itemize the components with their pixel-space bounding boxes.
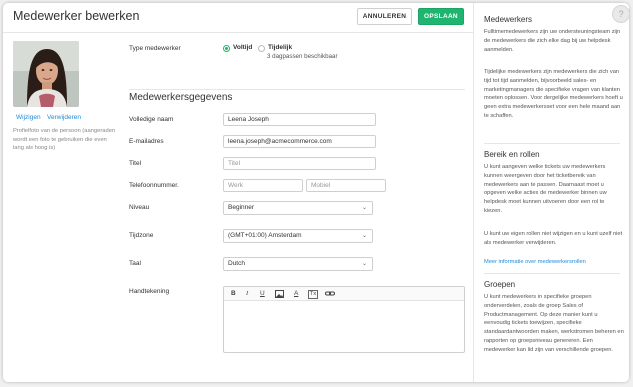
phone-label: Telefoonnummer.	[129, 182, 179, 189]
sidebar-text-roles: U kunt uw eigen rollen niet wijzigen en …	[484, 231, 623, 246]
chevron-down-icon: ⌄	[361, 261, 367, 267]
full-name-field[interactable]: Leena Joseph	[223, 113, 376, 126]
text-color-button[interactable]: A	[294, 289, 298, 299]
link-icon[interactable]	[325, 289, 335, 302]
radio-fulltime[interactable]	[223, 45, 230, 52]
radio-occasional[interactable]	[258, 45, 265, 52]
timezone-value: (GMT+01:00) Amsterdam	[228, 232, 302, 239]
edit-agent-panel: Medewerker bewerken ANNULEREN OPSLAAN Wi…	[3, 3, 629, 382]
level-value: Beginner	[228, 204, 255, 211]
photo-help-text: Profielfoto van de persoon (aangeraden w…	[13, 128, 116, 152]
section-divider	[129, 89, 465, 90]
mobile-phone-field[interactable]: Mobiel	[306, 179, 386, 192]
roles-help-link[interactable]: Meer informatie over medewerkersrollen	[484, 258, 624, 267]
level-select[interactable]: Beginner ⌄	[223, 201, 373, 215]
level-label: Niveau	[129, 204, 150, 211]
clear-format-button[interactable]: Tx	[308, 290, 319, 299]
editor-toolbar: B I U A Tx	[224, 287, 464, 301]
language-value: Dutch	[228, 260, 245, 267]
save-button[interactable]: OPSLAAN	[418, 8, 464, 25]
sidebar-text-fulltime: Fulltimemedewerkers zijn uw ondersteunin…	[484, 29, 621, 53]
signature-editor[interactable]: B I U A Tx	[223, 286, 465, 353]
language-label: Taal	[129, 260, 141, 267]
agent-type-label: Type medewerker	[129, 45, 181, 52]
underline-button[interactable]: U	[260, 289, 265, 299]
sidebar-divider-2	[484, 273, 620, 274]
chevron-down-icon: ⌄	[361, 205, 367, 211]
page-title: Medewerker bewerken	[13, 9, 140, 23]
radio-fulltime-label[interactable]: Voltijd	[233, 44, 252, 51]
timezone-select[interactable]: (GMT+01:00) Amsterdam ⌄	[223, 229, 373, 243]
timezone-label: Tijdzone	[129, 232, 154, 239]
sidebar-text-occasional: Tijdelijke medewerkers zijn medewerkers …	[484, 69, 623, 120]
signature-label: Handtekening	[129, 288, 170, 295]
section-title: Medewerkersgegevens	[129, 92, 233, 103]
email-field[interactable]: leena.joseph@acmecommerce.com	[223, 135, 376, 148]
sidebar-text-scope: U kunt aangeven welke tickets uw medewer…	[484, 164, 607, 215]
email-label: E-mailadres	[129, 138, 164, 145]
remove-photo-link[interactable]: Verwijderen	[47, 114, 81, 121]
header-divider	[3, 32, 473, 33]
title-label: Titel	[129, 160, 142, 167]
language-select[interactable]: Dutch ⌄	[223, 257, 373, 271]
work-phone-field[interactable]: Werk	[223, 179, 303, 192]
radio-occasional-label[interactable]: Tijdelijk	[268, 44, 292, 51]
help-sidebar: Medewerkers Fulltimemedewerkers zijn uw …	[474, 3, 629, 382]
help-icon[interactable]: ?	[612, 5, 630, 23]
cancel-button[interactable]: ANNULEREN	[357, 8, 412, 25]
day-pass-note: 3 dagpassen beschikbaar	[267, 53, 338, 60]
sidebar-heading-scope: Bereik en rollen	[484, 150, 540, 159]
full-name-label: Volledige naam	[129, 116, 174, 123]
sidebar-text-groups: U kunt medewerkers in specifieke groepen…	[484, 294, 624, 353]
image-icon[interactable]	[275, 290, 284, 302]
sidebar-heading-groups: Groepen	[484, 280, 516, 289]
bold-button[interactable]: B	[231, 289, 236, 299]
italic-button[interactable]: I	[246, 289, 248, 299]
sidebar-heading-agents: Medewerkers	[484, 15, 533, 24]
main-form: Medewerker bewerken ANNULEREN OPSLAAN Wi…	[3, 3, 473, 382]
title-field[interactable]: Titel	[223, 157, 376, 170]
chevron-down-icon: ⌄	[361, 233, 367, 239]
change-photo-link[interactable]: Wijzigen	[16, 114, 41, 121]
avatar	[13, 41, 79, 107]
sidebar-divider-1	[484, 143, 620, 144]
